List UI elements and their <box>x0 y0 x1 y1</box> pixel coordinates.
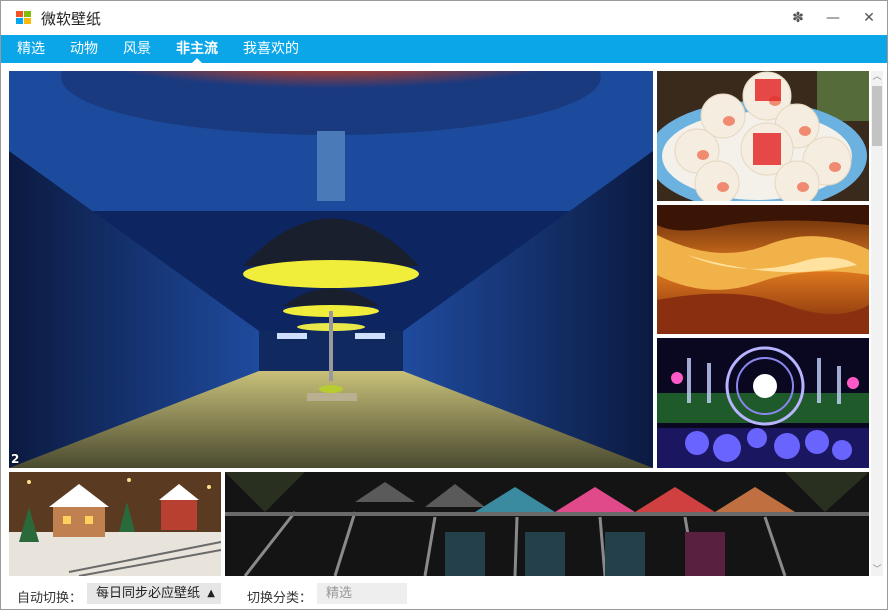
vertical-scrollbar[interactable]: ︿ ﹀ <box>871 71 883 576</box>
dropdown-arrow-icon: ▲ <box>207 588 215 599</box>
minimize-button[interactable]: — <box>822 7 844 29</box>
wallpaper-tile-pig-buns[interactable] <box>657 71 869 201</box>
tab-label: 风景 <box>123 41 151 57</box>
scroll-up-icon[interactable]: ︿ <box>871 71 883 83</box>
window-title: 微软壁纸 <box>41 10 102 28</box>
auto-switch-value: 每日同步必应壁纸 <box>96 586 201 601</box>
app-window: 微软壁纸 ✽ — ✕ 精选 动物 风景 非主流 我喜欢的 2 ︿ ﹀ 自动切换：… <box>0 0 888 610</box>
scroll-down-icon[interactable]: ﹀ <box>871 564 883 576</box>
tab-featured[interactable]: 精选 <box>17 35 45 63</box>
tab-alternative[interactable]: 非主流 <box>176 35 218 63</box>
tab-label: 动物 <box>70 41 98 57</box>
auto-switch-select[interactable]: 每日同步必应壁纸 ▲ <box>87 583 221 604</box>
tab-label: 精选 <box>17 41 45 57</box>
wallpaper-tile-glass-dome[interactable] <box>225 472 869 576</box>
category-switch-label: 切换分类： <box>247 591 313 606</box>
app-logo-icon <box>16 11 31 25</box>
category-switch-value: 精选 <box>326 586 353 601</box>
wallpaper-tile-christmas-village[interactable] <box>9 472 221 576</box>
scrollbar-thumb[interactable] <box>872 86 882 146</box>
wallpaper-tile-subway[interactable]: 2 <box>9 71 653 468</box>
title-bar[interactable]: 微软壁纸 ✽ — ✕ <box>1 1 887 35</box>
tab-scenery[interactable]: 风景 <box>123 35 151 63</box>
active-tab-indicator <box>192 58 202 63</box>
tab-label: 我喜欢的 <box>243 41 299 57</box>
settings-icon[interactable]: ✽ <box>787 7 809 29</box>
wallpaper-tile-light-spheres[interactable] <box>657 338 869 468</box>
page-number: 2 <box>11 452 20 466</box>
category-switch-select[interactable]: 精选 <box>317 583 407 604</box>
category-nav: 精选 动物 风景 非主流 我喜欢的 <box>1 35 887 63</box>
close-button[interactable]: ✕ <box>858 7 880 29</box>
tab-favorites[interactable]: 我喜欢的 <box>243 35 299 63</box>
tab-label: 非主流 <box>176 41 218 57</box>
tab-animals[interactable]: 动物 <box>70 35 98 63</box>
auto-switch-label: 自动切换： <box>17 591 83 606</box>
footer-bar: 自动切换： 每日同步必应壁纸 ▲ 切换分类： 精选 <box>1 579 887 609</box>
wallpaper-tile-canyon[interactable] <box>657 205 869 334</box>
